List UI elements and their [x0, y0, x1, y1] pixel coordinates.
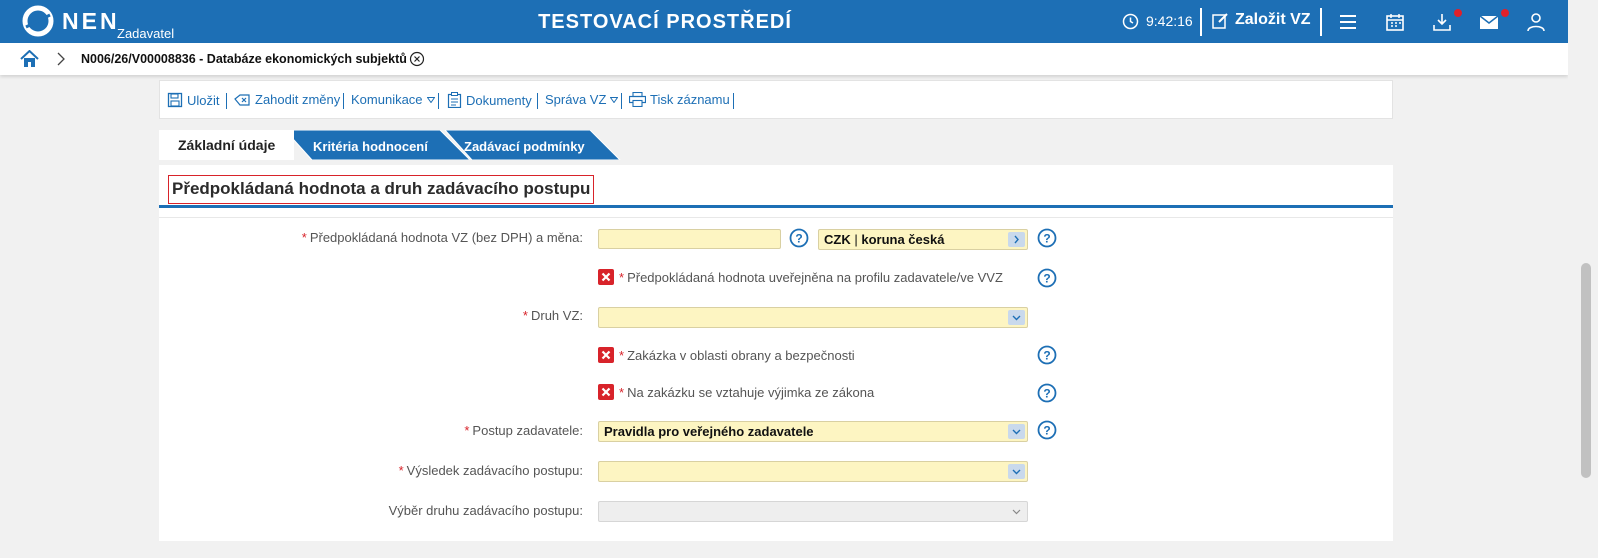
manage-vz-label: Správa VZ	[545, 92, 607, 107]
home-icon[interactable]	[20, 50, 39, 68]
cross-icon	[601, 272, 611, 282]
estimated-value-label: * Předpokládaná hodnota VZ (bez DPH) a mě…	[301, 230, 583, 245]
help-icon[interactable]: ?	[1037, 345, 1057, 365]
procedure-dropdown-button[interactable]	[1008, 424, 1025, 439]
estimated-value-input[interactable]	[598, 229, 781, 249]
discard-changes-label: Zahodit změny	[255, 92, 341, 107]
breadcrumb-current[interactable]: N006/26/V00008836 - Databáze ekonomickýc…	[81, 52, 407, 66]
toolbar-divider	[621, 93, 622, 109]
action-toolbar: Uložit Zahodit změny Komunikace Dokument…	[159, 80, 1393, 119]
procedure-kind-label: Výběr druhu zadávacího postupu:	[388, 503, 583, 518]
toolbar-divider	[226, 93, 227, 109]
currency-code: CZK	[824, 232, 851, 247]
toolbar-divider	[343, 93, 344, 109]
clock-icon	[1122, 13, 1139, 30]
communication-label: Komunikace	[351, 92, 423, 107]
help-icon[interactable]: ?	[1037, 228, 1057, 248]
divider	[1320, 8, 1322, 36]
svg-text:?: ?	[1043, 349, 1050, 363]
user-icon[interactable]	[1526, 12, 1546, 32]
clipboard-icon	[447, 92, 462, 108]
hamburger-menu-icon[interactable]	[1338, 12, 1358, 32]
svg-text:?: ?	[795, 232, 802, 246]
close-icon[interactable]	[409, 51, 425, 67]
discard-icon	[234, 93, 250, 106]
value-published-label: * Předpokládaná hodnota uveřejněna na pro…	[619, 270, 1003, 285]
save-icon	[167, 92, 183, 108]
caret-down-icon	[426, 96, 435, 103]
kind-vz-label: * Druh VZ:	[522, 308, 583, 323]
defense-checkbox[interactable]	[598, 347, 614, 363]
toolbar-divider	[537, 93, 538, 109]
discard-changes-button[interactable]: Zahodit změny	[234, 92, 340, 107]
toolbar-divider	[438, 93, 439, 109]
chevron-down-icon	[1012, 315, 1021, 321]
section-underline	[159, 205, 1393, 208]
mail-icon[interactable]	[1479, 12, 1499, 32]
procedure-label: * Postup zadavatele:	[464, 423, 583, 438]
documents-button[interactable]: Dokumenty	[447, 92, 532, 108]
tab-basic-info[interactable]: Základní údaje	[159, 130, 294, 160]
value-published-checkbox[interactable]	[598, 269, 614, 285]
session-time: 9:42:16	[1146, 13, 1193, 29]
chevron-right-icon	[1014, 235, 1019, 244]
calendar-icon[interactable]	[1385, 12, 1405, 32]
tab-tender-conditions[interactable]: Zadávací podmínky	[464, 130, 585, 160]
new-vz-button[interactable]: Založit VZ	[1212, 11, 1311, 29]
save-button[interactable]: Uložit	[167, 92, 220, 108]
help-icon[interactable]: ?	[1037, 268, 1057, 288]
chevron-down-icon	[1012, 509, 1021, 515]
top-bar: NEN Zadavatel TESTOVACÍ PROSTŘEDÍ 9:42:1…	[0, 0, 1568, 43]
procedure-kind-select[interactable]	[598, 501, 1028, 522]
print-record-label: Tisk záznamu	[650, 92, 730, 107]
svg-text:?: ?	[1043, 387, 1050, 401]
result-select[interactable]	[598, 461, 1028, 482]
svg-text:?: ?	[1043, 232, 1050, 246]
kind-vz-dropdown-button[interactable]	[1008, 310, 1025, 325]
procedure-kind-dropdown-button[interactable]	[1008, 504, 1025, 519]
chevron-right-icon	[57, 52, 65, 66]
tab-evaluation-criteria[interactable]: Kritéria hodnocení	[313, 130, 428, 160]
new-vz-label: Založit VZ	[1235, 11, 1311, 28]
section-title: Předpokládaná hodnota a druh zadávacího …	[168, 175, 595, 204]
cross-icon	[601, 387, 611, 397]
svg-text:?: ?	[1043, 272, 1050, 286]
documents-label: Dokumenty	[466, 92, 532, 108]
print-record-button[interactable]: Tisk záznamu	[629, 92, 730, 107]
procedure-value: Pravidla pro veřejného zadavatele	[604, 424, 814, 439]
edit-icon	[1212, 12, 1228, 29]
exemption-checkbox[interactable]	[598, 384, 614, 400]
procedure-select[interactable]: Pravidla pro veřejného zadavatele	[598, 421, 1028, 442]
save-label: Uložit	[187, 92, 220, 108]
divider	[159, 217, 1393, 218]
result-label: * Výsledek zadávacího postupu:	[398, 463, 583, 478]
breadcrumb: N006/26/V00008836 - Databáze ekonomickýc…	[0, 43, 1568, 75]
help-icon[interactable]: ?	[1037, 383, 1057, 403]
exemption-label: * Na zakázku se vztahuje výjimka ze zákon…	[619, 385, 875, 400]
svg-text:?: ?	[1043, 424, 1050, 438]
result-dropdown-button[interactable]	[1008, 464, 1025, 479]
download-notification-dot	[1454, 9, 1462, 17]
mail-notification-dot	[1501, 9, 1509, 17]
help-icon[interactable]: ?	[789, 228, 809, 248]
caret-down-icon	[610, 96, 619, 103]
divider	[1200, 8, 1202, 36]
chevron-down-icon	[1012, 429, 1021, 435]
scrollbar-thumb[interactable]	[1581, 263, 1591, 478]
currency-select[interactable]: CZK | koruna česká	[818, 229, 1028, 250]
defense-label: * Zakázka v oblasti obrany a bezpečnosti	[619, 348, 855, 363]
manage-vz-menu[interactable]: Správa VZ	[545, 92, 619, 107]
communication-menu[interactable]: Komunikace	[351, 92, 435, 107]
download-icon[interactable]	[1432, 12, 1452, 32]
toolbar-divider	[733, 93, 734, 109]
currency-name: koruna česká	[861, 232, 945, 247]
currency-picker-button[interactable]	[1008, 232, 1025, 247]
chevron-down-icon	[1012, 469, 1021, 475]
kind-vz-select[interactable]	[598, 307, 1028, 328]
printer-icon	[629, 92, 646, 107]
form-panel: Předpokládaná hodnota a druh zadávacího …	[159, 165, 1393, 541]
cross-icon	[601, 350, 611, 360]
help-icon[interactable]: ?	[1037, 420, 1057, 440]
